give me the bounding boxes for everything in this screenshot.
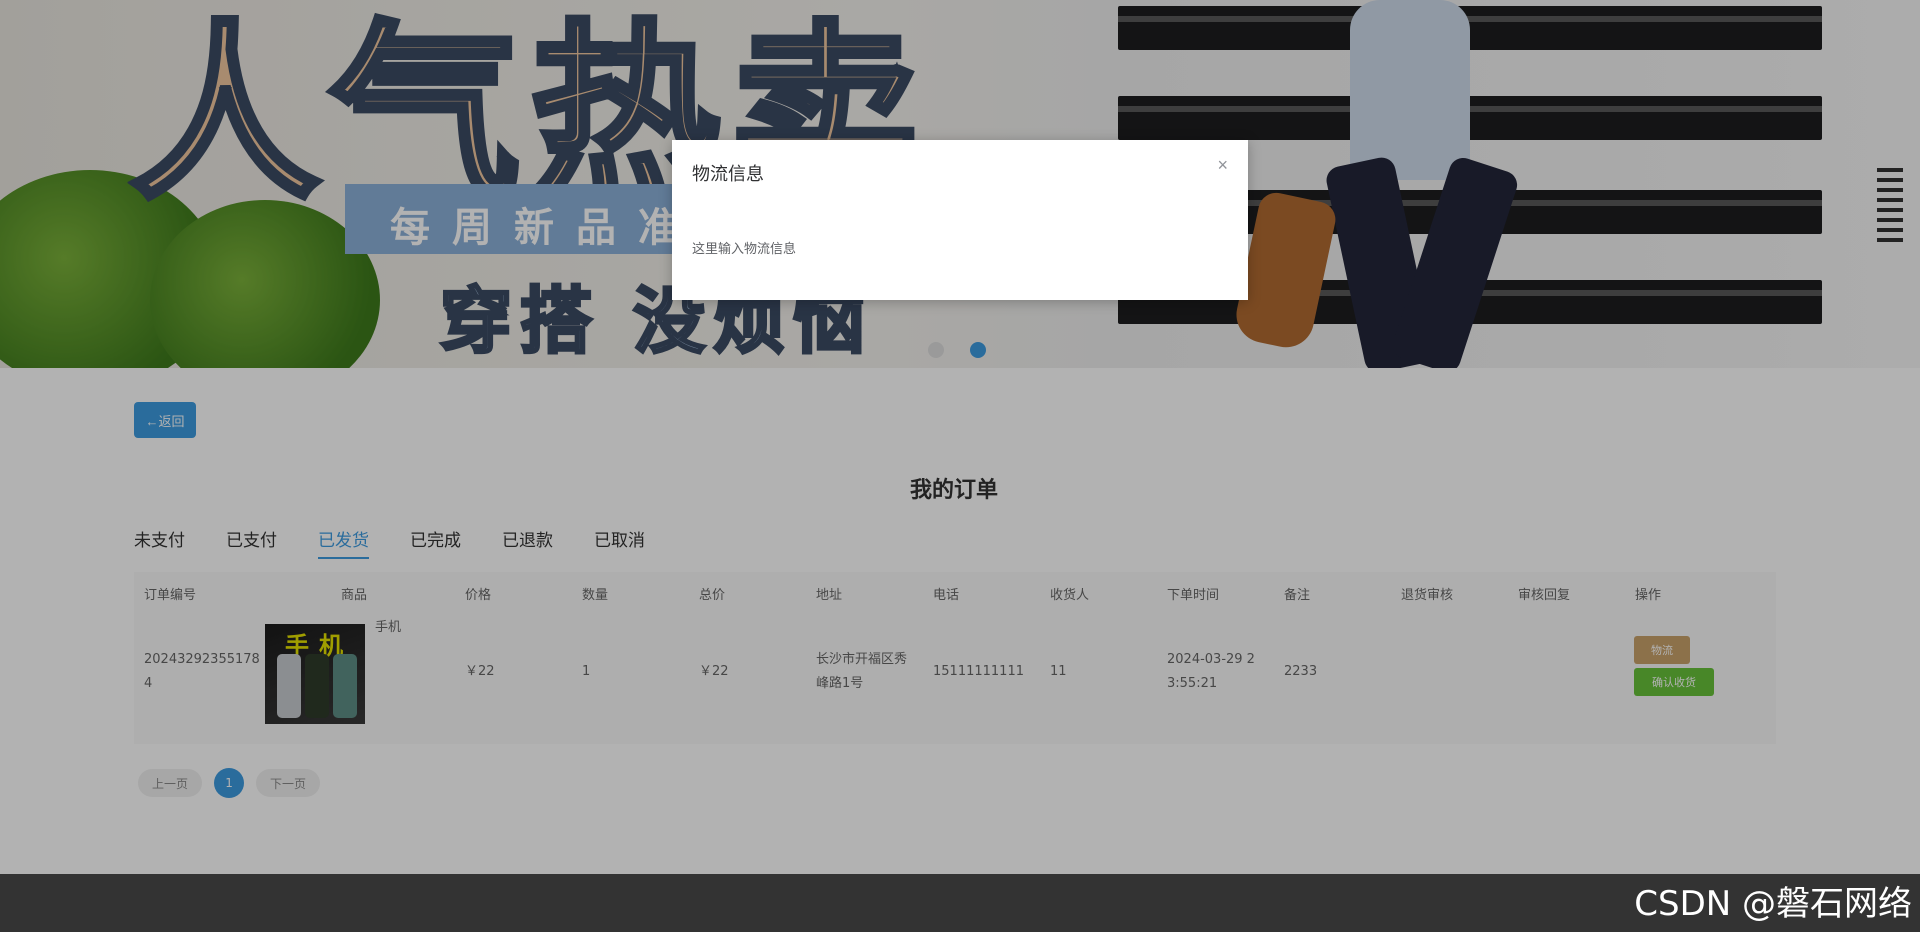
close-icon[interactable]: ×: [1217, 156, 1228, 174]
modal-overlay[interactable]: [0, 0, 1920, 874]
watermark: CSDN @磐石网络: [1634, 884, 1912, 924]
logistics-dialog: 物流信息 × 这里输入物流信息: [672, 140, 1248, 300]
dialog-title: 物流信息: [692, 164, 764, 185]
dialog-body: 这里输入物流信息: [692, 242, 797, 257]
footer: [0, 874, 1920, 932]
